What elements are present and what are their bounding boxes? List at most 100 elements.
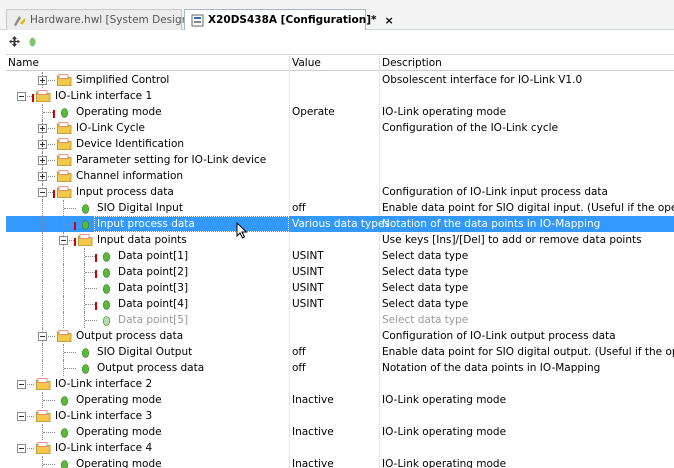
value-cell[interactable]: USINT	[292, 248, 324, 264]
tab-configuration[interactable]: X20DS438A [Configuration]* ×	[184, 9, 394, 31]
value-cell[interactable]: off	[292, 200, 306, 216]
tab-label: X20DS438A [Configuration]*	[208, 14, 377, 26]
parameter-icon	[60, 428, 69, 438]
tree-guide-line	[42, 200, 43, 216]
value-cell[interactable]: Inactive	[292, 392, 334, 408]
expand-icon[interactable]	[38, 140, 47, 149]
value-cell[interactable]: Inactive	[292, 424, 334, 440]
row-label: Device Identification	[76, 138, 185, 150]
parameter-icon	[102, 268, 111, 278]
parameter-icon	[60, 396, 69, 406]
tree-guide-line	[42, 248, 43, 264]
expand-icon[interactable]	[38, 124, 47, 133]
tree-guide-line	[63, 280, 64, 296]
tree-row[interactable]: IO-Link interface 4	[6, 440, 674, 456]
expand-icon[interactable]	[38, 156, 47, 165]
folder-icon	[36, 378, 51, 390]
value-cell[interactable]: USINT	[292, 296, 324, 312]
tree-row[interactable]: Input data points Use keys [Ins]/[Del] to…	[6, 232, 674, 248]
value-cell[interactable]: USINT	[292, 264, 324, 280]
tab-hardware-system-designer[interactable]: Hardware.hwl [System Designer]	[6, 9, 203, 30]
expand-icon[interactable]	[38, 76, 47, 85]
name-cell: Input process data	[6, 184, 289, 200]
description-cell: Notation of the data points in IO-Mappin…	[382, 218, 601, 230]
tree-row[interactable]: Output process data off Notation of the da…	[6, 360, 674, 376]
row-label: Output process data	[97, 362, 205, 374]
value-cell[interactable]: Inactive	[292, 456, 334, 468]
collapse-icon[interactable]	[17, 380, 26, 389]
close-tab-icon[interactable]: ×	[385, 14, 394, 27]
expand-icon[interactable]	[38, 172, 47, 181]
folder-icon	[36, 410, 51, 422]
tab-label: Hardware.hwl [System Designer]	[30, 14, 204, 26]
tree-row[interactable]: Operating mode Inactive IO-Link operating …	[6, 456, 674, 468]
row-label: Data point[4]	[118, 298, 189, 310]
leaf-node-icon[interactable]	[26, 35, 39, 48]
tree-row[interactable]: IO-Link Cycle Configuration of the IO-Lin…	[6, 120, 674, 136]
tree-guide-line	[42, 264, 43, 280]
collapse-icon[interactable]	[59, 236, 68, 245]
collapse-icon[interactable]	[17, 92, 26, 101]
tree-guide-line	[63, 312, 64, 328]
tree-row[interactable]: Operating mode Operate IO-Link operating m…	[6, 104, 674, 120]
tree-row[interactable]: Data point[1] USINT Select data type	[6, 248, 674, 264]
column-header-name[interactable]: Name	[6, 55, 39, 71]
tree-guide-line	[63, 248, 64, 264]
property-tree-grid: Name Value Description Simplified Contro…	[6, 54, 674, 468]
tree-row[interactable]: IO-Link interface 1	[6, 88, 674, 104]
folder-icon	[57, 74, 72, 86]
tree-connector-line	[64, 368, 76, 369]
description-cell: Notation of the data points in IO-Mappin…	[382, 362, 601, 374]
collapse-icon[interactable]	[38, 188, 47, 197]
column-header-value[interactable]: Value	[290, 55, 321, 71]
tree-guide-line	[42, 232, 43, 248]
tree-guide-line	[42, 216, 43, 232]
tree-row[interactable]: IO-Link interface 3	[6, 408, 674, 424]
warning-marker-icon	[95, 270, 97, 278]
description-cell: Obsolescent interface for IO-Link V1.0	[382, 74, 583, 86]
mouse-pointer-icon	[236, 222, 248, 239]
warning-marker-icon	[32, 94, 34, 102]
value-cell[interactable]: Various data types	[292, 216, 390, 232]
value-cell[interactable]: off	[292, 360, 306, 376]
folder-icon	[78, 234, 93, 246]
description-cell: IO-Link operating mode	[382, 394, 507, 406]
tree-row[interactable]: Operating mode Inactive IO-Link operating …	[6, 424, 674, 440]
collapse-icon[interactable]	[17, 412, 26, 421]
tree-row[interactable]: Operating mode Inactive IO-Link operating …	[6, 392, 674, 408]
name-cell: Data point[2]	[6, 264, 289, 280]
tree-row[interactable]: Input process data Various data types Nota…	[6, 216, 674, 232]
tree-row[interactable]: Device Identification	[6, 136, 674, 152]
parameter-icon	[102, 284, 111, 294]
column-header-description[interactable]: Description	[380, 55, 442, 71]
tree-row[interactable]: Data point[2] USINT Select data type	[6, 264, 674, 280]
tree-row[interactable]: Input process data Configuration of IO-Li…	[6, 184, 674, 200]
tree-row[interactable]: Channel information	[6, 168, 674, 184]
collapse-icon[interactable]	[38, 332, 47, 341]
tree-row[interactable]: Parameter setting for IO-Link device	[6, 152, 674, 168]
value-cell[interactable]: off	[292, 344, 306, 360]
parameter-icon	[81, 364, 90, 374]
parameter-icon	[61, 460, 68, 468]
tree-guide-line	[42, 312, 43, 328]
tree-row[interactable]: Data point[5] Select data type	[6, 312, 674, 328]
navigate-icon[interactable]	[8, 35, 21, 48]
parameter-icon	[102, 300, 111, 310]
tree-row[interactable]: SIO Digital Output off Enable data point f…	[6, 344, 674, 360]
tree-row[interactable]: Data point[3] USINT Select data type	[6, 280, 674, 296]
row-label: IO-Link interface 2	[55, 378, 153, 390]
tree-row[interactable]: SIO Digital Input off Enable data point fo…	[6, 200, 674, 216]
row-label: Operating mode	[76, 458, 162, 468]
warning-marker-icon	[95, 254, 97, 262]
tree-row[interactable]: Output process data Configuration of IO-L…	[6, 328, 674, 344]
collapse-icon[interactable]	[17, 444, 26, 453]
row-label: Simplified Control	[76, 74, 170, 86]
value-cell[interactable]: Operate	[292, 104, 335, 120]
name-cell: Output process data	[6, 328, 289, 344]
tree-row[interactable]: Data point[4] USINT Select data type	[6, 296, 674, 312]
name-cell: IO-Link interface 1	[6, 88, 289, 104]
tree-row[interactable]: Simplified Control Obsolescent interface …	[6, 72, 674, 88]
folder-icon	[57, 330, 72, 342]
value-cell[interactable]: USINT	[292, 280, 324, 296]
tree-row[interactable]: IO-Link interface 2	[6, 376, 674, 392]
